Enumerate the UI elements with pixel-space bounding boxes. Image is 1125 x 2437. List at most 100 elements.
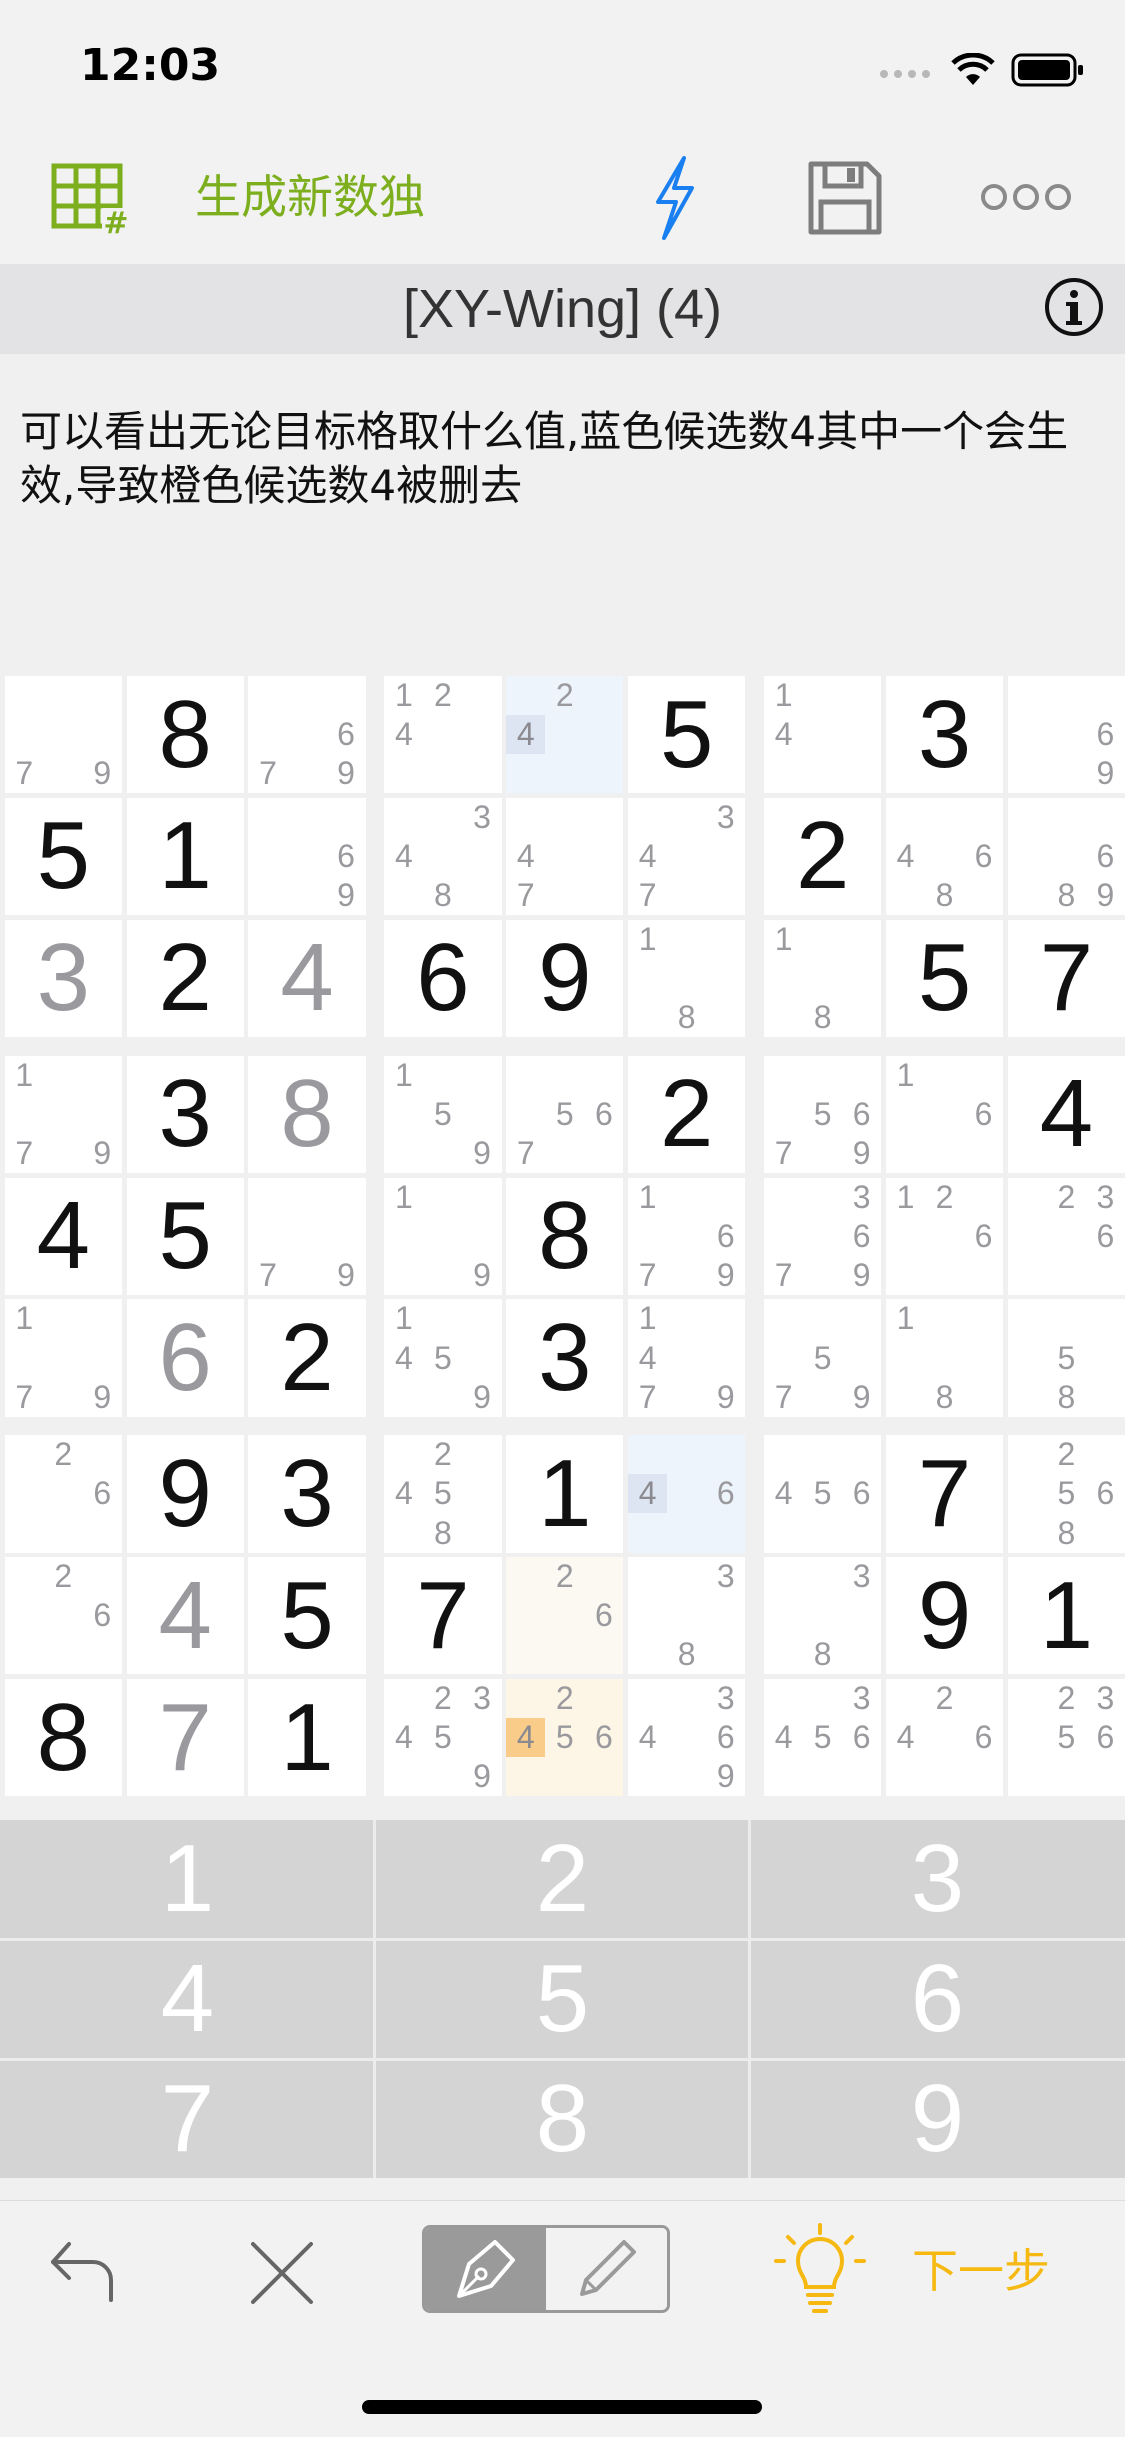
sudoku-cell[interactable]: 7	[885, 1435, 1004, 1553]
sudoku-cell[interactable]: 3 456	[764, 1679, 882, 1797]
sudoku-cell[interactable]: 16	[885, 1055, 1004, 1173]
sudoku-cell[interactable]: 1	[506, 1435, 624, 1553]
info-icon[interactable]	[1043, 276, 1105, 338]
sudoku-cell[interactable]: 1	[126, 797, 244, 916]
sudoku-cell[interactable]: 26	[4, 1435, 122, 1553]
sudoku-cell[interactable]: 79	[4, 676, 122, 794]
keypad-key-3[interactable]: 3	[750, 1820, 1125, 1938]
sudoku-cell[interactable]: 1	[1007, 1557, 1125, 1675]
sudoku-cell[interactable]: 3 4 69	[628, 1679, 746, 1797]
more-button[interactable]	[976, 172, 1076, 222]
grid-menu-button[interactable]: #	[45, 158, 135, 238]
sudoku-cell[interactable]: 4	[4, 1177, 122, 1295]
sudoku-cell[interactable]: 18	[628, 919, 746, 1037]
sudoku-cell[interactable]: 2356	[1007, 1679, 1125, 1797]
quick-solve-button[interactable]	[640, 156, 710, 240]
sudoku-cell[interactable]: 8	[126, 676, 244, 794]
sudoku-cell[interactable]: 6	[384, 919, 502, 1037]
sudoku-cell[interactable]: 9	[126, 1435, 244, 1553]
sudoku-cell[interactable]: 58	[1007, 1299, 1125, 1417]
sudoku-cell[interactable]: 18	[764, 919, 882, 1037]
sudoku-cell[interactable]: 2456	[506, 1679, 624, 1797]
sudoku-cell[interactable]: 19	[384, 1177, 502, 1295]
sudoku-cell[interactable]: 3	[885, 676, 1004, 794]
sudoku-cell[interactable]: 3	[506, 1299, 624, 1417]
sudoku-cell[interactable]: 79	[248, 1177, 366, 1295]
keypad-key-5[interactable]: 5	[375, 1940, 750, 2058]
sudoku-cell[interactable]: 24 6	[885, 1679, 1004, 1797]
sudoku-cell[interactable]: 4 68	[885, 797, 1004, 916]
sudoku-cell[interactable]: 24	[506, 676, 624, 794]
sudoku-cell[interactable]: 36 7 9	[764, 1177, 882, 1295]
sudoku-cell[interactable]: 7	[384, 1557, 502, 1675]
sudoku-cell[interactable]: 2	[628, 1055, 746, 1173]
sudoku-cell[interactable]: 1 7 9	[4, 1299, 122, 1417]
keypad-key-1[interactable]: 1	[0, 1820, 375, 1938]
sudoku-cell[interactable]: 5	[4, 797, 122, 916]
sudoku-cell[interactable]: 147 9	[628, 1299, 746, 1417]
sudoku-cell[interactable]: 4	[248, 919, 366, 1037]
keypad-key-4[interactable]: 4	[0, 1940, 375, 2058]
sudoku-cell[interactable]: 47	[506, 797, 624, 916]
sudoku-cell[interactable]: 3	[4, 919, 122, 1037]
sudoku-cell[interactable]: 8	[248, 1055, 366, 1173]
sudoku-cell[interactable]: 8	[4, 1679, 122, 1797]
sudoku-cell[interactable]: 5	[126, 1177, 244, 1295]
sudoku-cell[interactable]: 124	[384, 676, 502, 794]
sudoku-cell[interactable]: 18	[885, 1299, 1004, 1417]
next-step-button[interactable]: 下一步	[912, 2241, 1050, 2301]
keypad-key-2[interactable]: 2	[375, 1820, 750, 1938]
sudoku-cell[interactable]: 1459	[384, 1299, 502, 1417]
sudoku-cell[interactable]: 159	[384, 1055, 502, 1173]
sudoku-cell[interactable]: 7	[126, 1679, 244, 1797]
sudoku-cell[interactable]: 56 7	[506, 1055, 624, 1173]
sudoku-cell[interactable]: 8	[506, 1177, 624, 1295]
pen-mode-button[interactable]	[425, 2228, 546, 2310]
sudoku-cell[interactable]: 26	[506, 1557, 624, 1675]
sudoku-cell[interactable]: 5	[885, 919, 1004, 1037]
sudoku-cell[interactable]: 2568	[1007, 1435, 1125, 1553]
sudoku-cell[interactable]: 1679	[628, 1177, 746, 1295]
sudoku-cell[interactable]: 3 48	[384, 797, 502, 916]
sudoku-cell[interactable]: 2	[248, 1299, 366, 1417]
sudoku-cell[interactable]: 1	[248, 1679, 366, 1797]
sudoku-cell[interactable]: 7	[1007, 919, 1125, 1037]
pencil-mode-button[interactable]	[546, 2228, 667, 2310]
sudoku-cell[interactable]: 3 47	[628, 797, 746, 916]
sudoku-cell[interactable]: 69	[248, 797, 366, 916]
keypad-key-9[interactable]: 9	[750, 2060, 1125, 2178]
sudoku-cell[interactable]: 5	[248, 1557, 366, 1675]
sudoku-cell[interactable]: 6 7 9	[248, 676, 366, 794]
sudoku-cell[interactable]: 6	[126, 1299, 244, 1417]
sudoku-cell[interactable]: 126	[885, 1177, 1004, 1295]
sudoku-cell[interactable]: 38	[628, 1557, 746, 1675]
sudoku-cell[interactable]: 2	[126, 919, 244, 1037]
keypad-key-8[interactable]: 8	[375, 2060, 750, 2178]
sudoku-cell[interactable]: 1 7 9	[4, 1055, 122, 1173]
sudoku-cell[interactable]: 236	[1007, 1177, 1125, 1295]
sudoku-cell[interactable]: 46	[628, 1435, 746, 1553]
keypad-key-7[interactable]: 7	[0, 2060, 375, 2178]
hint-button[interactable]	[770, 2221, 870, 2321]
save-button[interactable]	[800, 156, 890, 240]
erase-button[interactable]	[240, 2231, 324, 2315]
sudoku-cell[interactable]: 26	[4, 1557, 122, 1675]
sudoku-cell[interactable]: 9	[885, 1557, 1004, 1675]
sudoku-cell[interactable]: 56 7 9	[764, 1055, 882, 1173]
sudoku-cell[interactable]: 2458	[384, 1435, 502, 1553]
sudoku-cell[interactable]: 3	[126, 1055, 244, 1173]
keypad-key-6[interactable]: 6	[750, 1940, 1125, 2058]
sudoku-cell[interactable]: 689	[1007, 797, 1125, 916]
sudoku-cell[interactable]: 3	[248, 1435, 366, 1553]
new-sudoku-button[interactable]: 生成新数独	[195, 162, 425, 232]
sudoku-cell[interactable]: 456	[764, 1435, 882, 1553]
sudoku-cell[interactable]: 38	[764, 1557, 882, 1675]
sudoku-cell[interactable]: 2	[764, 797, 882, 916]
sudoku-cell[interactable]: 9	[506, 919, 624, 1037]
sudoku-cell[interactable]: 5	[628, 676, 746, 794]
sudoku-cell[interactable]: 57 9	[764, 1299, 882, 1417]
sudoku-cell[interactable]: 4	[126, 1557, 244, 1675]
undo-button[interactable]	[40, 2231, 130, 2311]
sudoku-cell[interactable]: 23 459	[384, 1679, 502, 1797]
sudoku-cell[interactable]: 69	[1007, 676, 1125, 794]
